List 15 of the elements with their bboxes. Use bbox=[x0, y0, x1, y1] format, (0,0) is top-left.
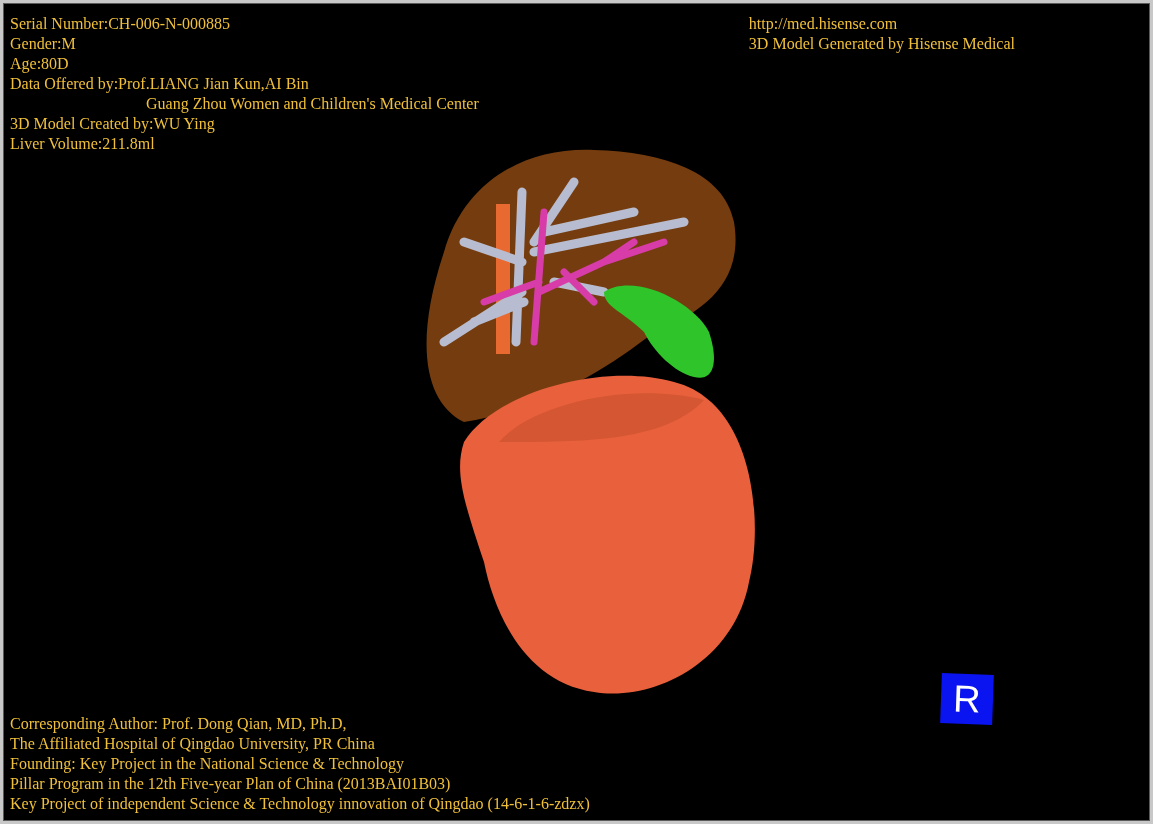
credit-text: Founding: Key Project in the National Science & Technology bbox=[10, 754, 405, 774]
info-text: 3D Model Created by:WU Ying bbox=[10, 114, 215, 134]
credit-text: Corresponding Author: Prof. Dong Qian, MD, Ph.D, bbox=[10, 714, 347, 734]
credit-text: Pillar Program in the 12th Five-year Plan of China (2013BAI01B03) bbox=[10, 774, 451, 794]
info-text: Age:80D bbox=[10, 54, 69, 74]
info-text: Guang Zhou Women and Children's Medical Center bbox=[145, 94, 479, 114]
vendor-text: 3D Model Generated by Hisense Medical bbox=[748, 34, 1015, 54]
orientation-marker: R bbox=[940, 673, 994, 725]
credit-text: The Affiliated Hospital of Qingdao University, PR China bbox=[10, 734, 375, 754]
info-text: Gender:M bbox=[10, 34, 76, 54]
vendor-text: http://med.hisense.com bbox=[748, 14, 898, 34]
info-text: Data Offered by:Prof.LIANG Jian Kun,AI Bin bbox=[10, 74, 309, 94]
credit-text: Key Project of independent Science & Technology innovation of Qingdao (14-6-1-6-zdzx) bbox=[10, 794, 590, 814]
info-text: Liver Volume:211.8ml bbox=[10, 134, 155, 154]
info-text: Serial Number:CH-006-N-000885 bbox=[10, 14, 230, 34]
